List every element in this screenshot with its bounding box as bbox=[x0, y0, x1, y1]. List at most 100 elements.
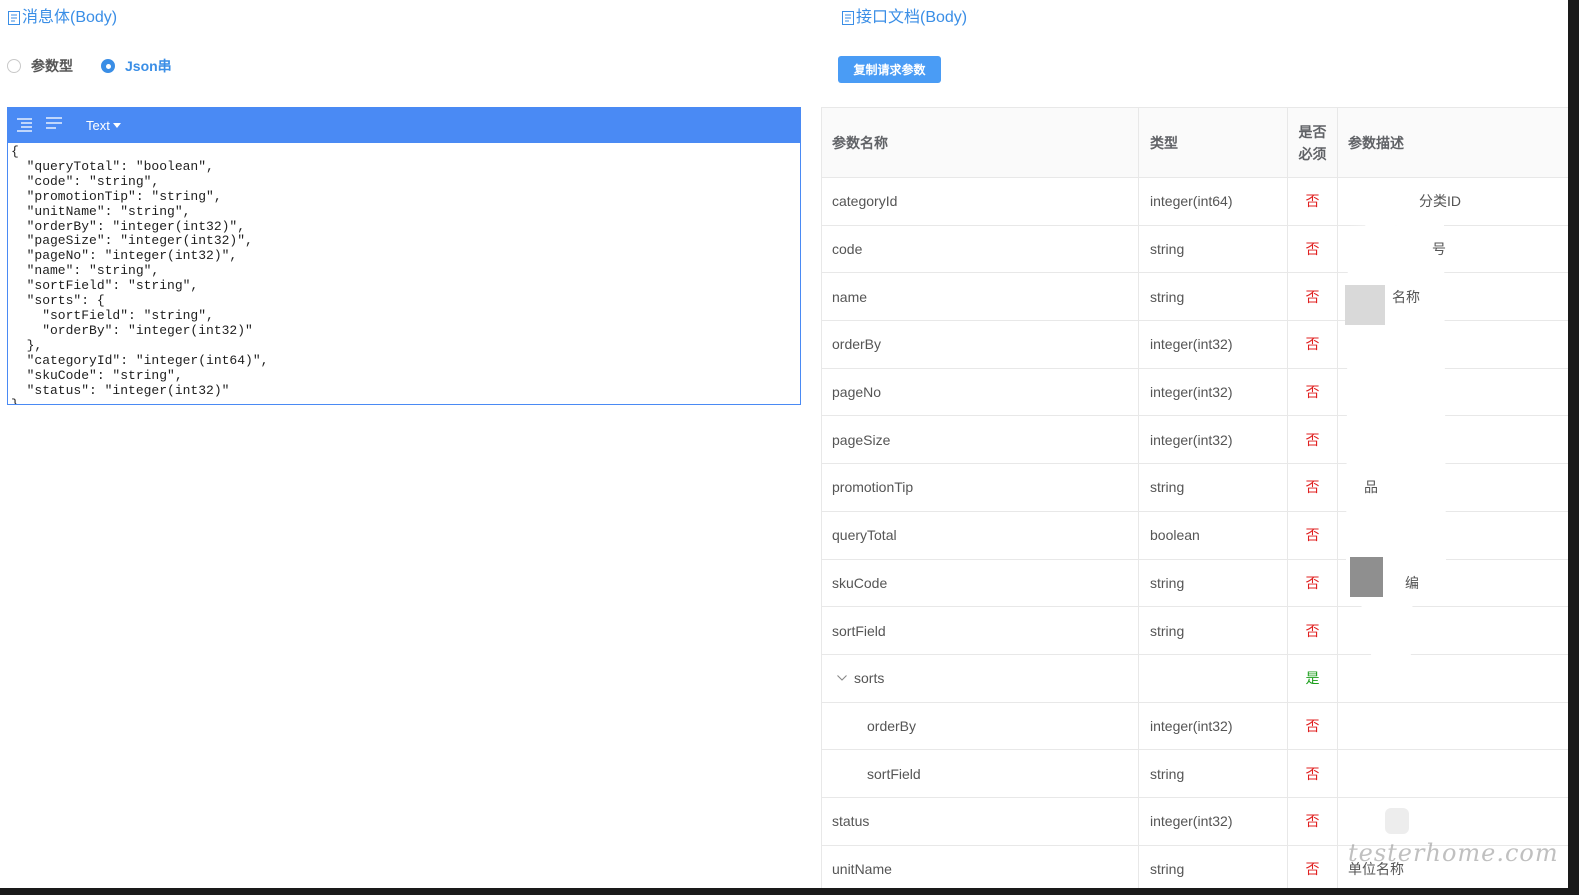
param-description-cell bbox=[1338, 655, 1568, 702]
table-row: status integer(int32) 否 bbox=[821, 797, 1568, 846]
param-description-cell: 名称 bbox=[1338, 273, 1568, 320]
param-type: string bbox=[1150, 574, 1185, 591]
format-icon[interactable] bbox=[17, 118, 32, 132]
chevron-down-icon[interactable] bbox=[837, 675, 847, 681]
param-required-cell: 否 bbox=[1288, 178, 1338, 225]
param-description-cell bbox=[1338, 798, 1568, 845]
radio-circle[interactable] bbox=[101, 59, 115, 73]
window-frame-right bbox=[1568, 0, 1579, 895]
param-name: skuCode bbox=[832, 574, 888, 591]
param-description-cell bbox=[1338, 703, 1568, 750]
param-required-cell: 否 bbox=[1288, 845, 1338, 893]
param-required: 否 bbox=[1305, 241, 1320, 258]
param-description-cell: 单位名称 bbox=[1338, 846, 1568, 893]
param-name: queryTotal bbox=[832, 527, 897, 544]
table-row: queryTotal boolean 否 bbox=[821, 511, 1568, 560]
param-type: string bbox=[1150, 622, 1185, 639]
param-type: string bbox=[1150, 765, 1185, 782]
param-type: integer(int32) bbox=[1150, 717, 1233, 734]
param-name-cell: sortField bbox=[821, 750, 1139, 797]
right-panel-title: 接口文档(Body) bbox=[842, 8, 967, 28]
header-name: 参数名称 bbox=[832, 134, 888, 151]
param-name: categoryId bbox=[832, 193, 898, 210]
param-required: 否 bbox=[1305, 574, 1320, 591]
radio-json-string[interactable]: Json串 bbox=[101, 59, 172, 73]
param-type-cell: string bbox=[1139, 273, 1288, 321]
param-description-cell bbox=[1338, 512, 1568, 559]
json-editor-content[interactable]: { "queryTotal": "boolean", "code": "stri… bbox=[8, 143, 800, 404]
param-required-cell: 否 bbox=[1288, 273, 1338, 321]
param-required: 否 bbox=[1305, 622, 1320, 639]
header-description: 参数描述 bbox=[1348, 134, 1404, 151]
radio-param-type[interactable]: 参数型 bbox=[7, 59, 73, 73]
header-name-cell: 参数名称 bbox=[821, 108, 1139, 177]
header-required: 是否必须 bbox=[1298, 123, 1327, 162]
radio-circle[interactable] bbox=[7, 59, 21, 73]
param-description: 编 bbox=[1405, 574, 1419, 591]
param-name: orderBy bbox=[867, 717, 917, 734]
document-icon bbox=[8, 11, 20, 25]
param-description-cell: 分类ID bbox=[1338, 178, 1568, 225]
param-name-cell: promotionTip bbox=[821, 464, 1139, 511]
param-type: string bbox=[1150, 479, 1185, 496]
param-name: sorts bbox=[854, 670, 885, 687]
copy-request-params-button[interactable]: 复制请求参数 bbox=[838, 56, 941, 83]
param-name-cell: orderBy bbox=[821, 702, 1139, 750]
param-type: string bbox=[1150, 860, 1185, 877]
right-panel-title-text: 接口文档(Body) bbox=[856, 9, 968, 26]
left-panel-title: 消息体(Body) bbox=[8, 8, 117, 28]
param-required: 否 bbox=[1305, 431, 1320, 448]
radio-label[interactable]: Json串 bbox=[125, 59, 172, 73]
param-description-cell bbox=[1338, 607, 1568, 654]
param-required: 否 bbox=[1305, 717, 1320, 734]
param-type-cell: string bbox=[1139, 607, 1288, 654]
param-type-cell: integer(int32) bbox=[1139, 702, 1288, 750]
param-type-cell: integer(int32) bbox=[1139, 416, 1288, 464]
param-name: sortField bbox=[867, 765, 921, 782]
param-type: integer(int32) bbox=[1150, 431, 1233, 448]
param-description-cell: 品 bbox=[1338, 464, 1568, 511]
table-body: categoryId integer(int64) 否 分类ID code string 否… bbox=[821, 178, 1568, 894]
param-description: 号 bbox=[1432, 241, 1446, 258]
param-description: 品 bbox=[1364, 479, 1378, 496]
param-type-cell: boolean bbox=[1139, 511, 1288, 559]
param-name-cell: status bbox=[821, 797, 1139, 845]
param-name: pageNo bbox=[832, 384, 882, 401]
param-type: string bbox=[1150, 241, 1185, 258]
table-row: sorts 是 bbox=[821, 654, 1568, 703]
param-required: 否 bbox=[1305, 384, 1320, 401]
table-row: promotionTip string 否 品 bbox=[821, 464, 1568, 512]
param-required: 否 bbox=[1305, 479, 1320, 496]
param-description: 名称 bbox=[1392, 288, 1420, 305]
mode-dropdown[interactable]: Text bbox=[86, 118, 121, 133]
param-name: name bbox=[832, 288, 868, 305]
param-type-cell: integer(int32) bbox=[1139, 368, 1288, 416]
param-name-cell: sorts bbox=[821, 654, 1139, 702]
param-required-cell: 否 bbox=[1288, 464, 1338, 511]
param-type-cell: integer(int32) bbox=[1139, 321, 1288, 368]
param-name-cell: categoryId bbox=[821, 178, 1139, 225]
param-required-cell: 否 bbox=[1288, 702, 1338, 750]
window-frame-bottom bbox=[0, 888, 1579, 895]
param-name-cell: queryTotal bbox=[821, 511, 1139, 559]
table-row: skuCode string 否 编 bbox=[821, 559, 1568, 608]
param-name: promotionTip bbox=[832, 479, 914, 496]
param-required-cell: 否 bbox=[1288, 368, 1338, 416]
caret-down-icon[interactable] bbox=[112, 123, 121, 128]
param-name: orderBy bbox=[832, 336, 882, 353]
mode-label[interactable]: Text bbox=[86, 118, 110, 133]
compact-icon[interactable] bbox=[46, 117, 62, 129]
header-description-cell: 参数描述 bbox=[1338, 108, 1568, 177]
param-type: integer(int32) bbox=[1150, 384, 1233, 401]
table-row: unitName string 否 单位名称 bbox=[821, 845, 1568, 894]
params-table: 参数名称 类型 是否必须 参数描述 categoryId integer(int6… bbox=[821, 107, 1568, 895]
param-description-cell bbox=[1338, 321, 1568, 368]
document-icon bbox=[842, 11, 854, 25]
radio-label[interactable]: 参数型 bbox=[31, 59, 73, 73]
param-name-cell: pageSize bbox=[821, 416, 1139, 464]
param-type: boolean bbox=[1150, 527, 1200, 544]
param-name: unitName bbox=[832, 860, 892, 877]
json-editor: Text { "queryTotal": "boolean", "code": … bbox=[7, 107, 801, 405]
param-required-cell: 是 bbox=[1288, 654, 1338, 702]
param-name-cell: pageNo bbox=[821, 368, 1139, 416]
